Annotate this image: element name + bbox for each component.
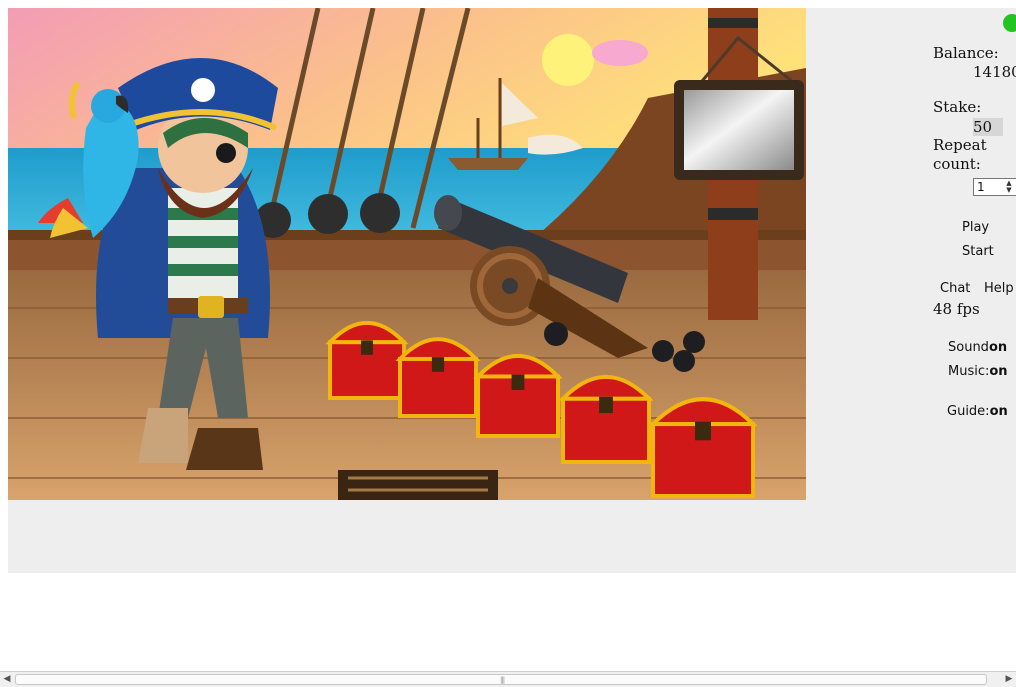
sound-toggle[interactable]: Soundon xyxy=(948,340,1007,355)
game-frame: Balance: 141806 Stake: 50 Repeat count: … xyxy=(8,8,1016,573)
stake-label: Stake: xyxy=(933,98,982,116)
music-toggle[interactable]: Music:on xyxy=(948,364,1008,379)
scroll-left-icon[interactable]: ◀ xyxy=(0,672,14,687)
sound-label: Sound xyxy=(948,340,989,355)
balance-value: 141806 xyxy=(973,63,1016,81)
padlock-icon xyxy=(361,340,373,355)
repeat-label-line1: Repeat xyxy=(933,136,987,154)
sound-value: on xyxy=(988,340,1008,355)
padlock-icon xyxy=(511,374,525,390)
help-button[interactable]: Help xyxy=(984,281,1014,296)
pirate-ship-scene xyxy=(8,8,806,500)
stake-input[interactable]: 50 xyxy=(973,118,1003,136)
treasure-chest[interactable] xyxy=(558,375,654,465)
status-indicator xyxy=(1003,14,1016,32)
padlock-icon xyxy=(599,396,613,414)
scrollbar-thumb[interactable]: ||| xyxy=(15,674,987,685)
game-scene[interactable] xyxy=(8,8,806,500)
side-panel: Balance: 141806 Stake: 50 Repeat count: … xyxy=(933,8,1016,428)
spinner-arrows-icon[interactable]: ▲ ▼ xyxy=(1003,180,1015,194)
chat-button[interactable]: Chat xyxy=(940,281,970,296)
balance-label: Balance: xyxy=(933,44,999,62)
treasure-chest[interactable] xyxy=(648,397,758,498)
fps-counter: 48 fps xyxy=(933,300,980,318)
treasure-chest[interactable] xyxy=(395,337,481,418)
repeat-count-input[interactable]: 1 ▲ ▼ xyxy=(973,178,1016,196)
padlock-icon xyxy=(695,421,711,441)
guide-value: on xyxy=(989,404,1008,419)
horizontal-scrollbar[interactable]: ◀ ||| ▶ xyxy=(0,671,1016,687)
grip-icon: ||| xyxy=(500,676,505,684)
music-label: Music: xyxy=(948,364,990,379)
start-button[interactable]: Start xyxy=(962,244,994,259)
music-value: on xyxy=(989,364,1008,379)
repeat-count-value: 1 xyxy=(977,180,985,194)
padlock-icon xyxy=(431,357,445,372)
guide-toggle[interactable]: Guide:on xyxy=(947,404,1008,419)
treasure-chest[interactable] xyxy=(473,354,563,439)
guide-label: Guide: xyxy=(947,404,990,419)
repeat-label-line2: count: xyxy=(933,155,981,173)
treasure-chest[interactable] xyxy=(325,320,409,401)
play-button[interactable]: Play xyxy=(962,220,989,235)
scroll-right-icon[interactable]: ▶ xyxy=(1002,672,1016,687)
